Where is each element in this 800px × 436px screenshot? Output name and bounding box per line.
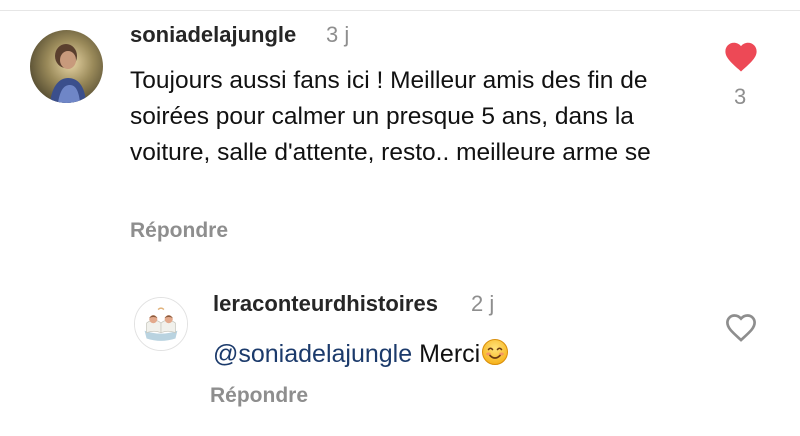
comment-timestamp: 3 j bbox=[326, 22, 350, 47]
comment-item: soniadelajungle 3 j Toujours aussi fans … bbox=[0, 0, 800, 270]
mention-link[interactable]: @soniadelajungle bbox=[213, 340, 412, 368]
reply-text: Merci bbox=[419, 340, 481, 368]
reply-button[interactable]: Répondre bbox=[130, 219, 228, 243]
comment-username[interactable]: soniadelajungle bbox=[130, 22, 296, 48]
reply-text-line: @soniadelajungle Merci bbox=[213, 336, 509, 372]
reply-username[interactable]: leraconteurdhistoires bbox=[213, 291, 438, 317]
heart-filled-icon bbox=[725, 42, 757, 72]
comment-text: Toujours aussi fans ici ! Meilleur amis … bbox=[130, 67, 651, 166]
smiling-face-emoji-icon bbox=[481, 338, 509, 366]
heart-outline-icon bbox=[726, 314, 756, 342]
reply-timestamp: 2 j bbox=[471, 291, 495, 316]
like-button[interactable] bbox=[723, 39, 759, 73]
avatar-photo bbox=[30, 30, 103, 103]
avatar[interactable] bbox=[30, 30, 103, 103]
like-count: 3 bbox=[734, 84, 747, 109]
like-button[interactable] bbox=[724, 311, 758, 343]
avatar[interactable] bbox=[134, 297, 188, 351]
reply-button[interactable]: Répondre bbox=[210, 384, 308, 408]
avatar-logo bbox=[135, 298, 187, 350]
